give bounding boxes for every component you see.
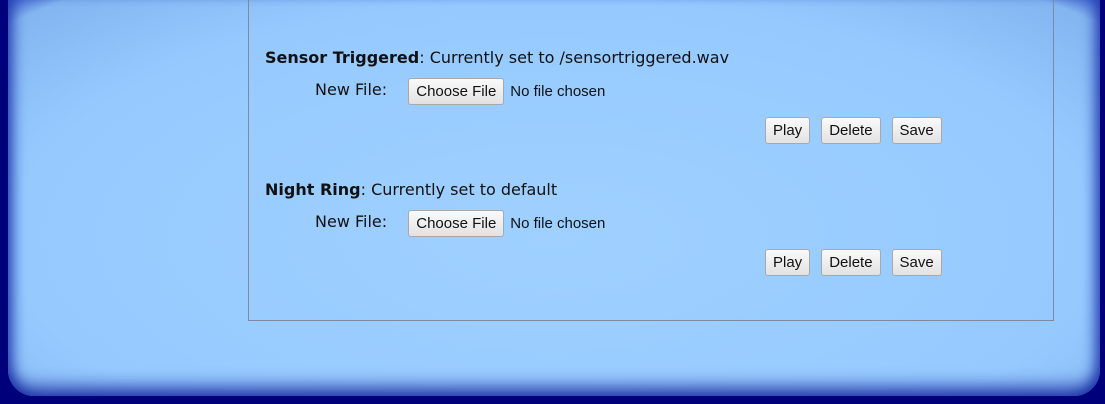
no-file-chosen-text: No file chosen	[510, 83, 606, 100]
page-frame: Sensor Triggered: Currently set to /sens…	[8, 0, 1100, 396]
play-button[interactable]: Play	[765, 249, 811, 276]
section-name: Sensor Triggered	[265, 48, 420, 67]
delete-button[interactable]: Delete	[821, 249, 881, 276]
content-panel: Sensor Triggered: Currently set to /sens…	[248, 0, 1054, 321]
save-button[interactable]: Save	[891, 117, 942, 144]
no-file-chosen-text: No file chosen	[510, 215, 606, 232]
new-file-row: New File: Choose File No file chosen	[315, 210, 605, 237]
delete-button[interactable]: Delete	[821, 117, 881, 144]
choose-file-button[interactable]: Choose File	[408, 210, 505, 237]
file-input[interactable]: Choose File No file chosen	[408, 210, 605, 237]
night-ring-actions: Play Delete Save	[754, 249, 942, 276]
section-status: : Currently set to default	[360, 180, 558, 199]
night-ring-title: Night Ring: Currently set to default	[265, 180, 557, 199]
sensor-triggered-title: Sensor Triggered: Currently set to /sens…	[265, 48, 729, 67]
save-button[interactable]: Save	[891, 249, 942, 276]
choose-file-button[interactable]: Choose File	[408, 78, 505, 105]
file-input[interactable]: Choose File No file chosen	[408, 78, 605, 105]
new-file-label: New File:	[315, 80, 388, 99]
new-file-label: New File:	[315, 212, 388, 231]
play-button[interactable]: Play	[765, 117, 811, 144]
new-file-row: New File: Choose File No file chosen	[315, 78, 605, 105]
section-status: : Currently set to /sensortriggered.wav	[419, 48, 730, 67]
section-name: Night Ring	[265, 180, 361, 199]
sensor-triggered-section: Sensor Triggered: Currently set to /sens…	[265, 48, 729, 105]
sensor-triggered-actions: Play Delete Save	[754, 117, 942, 144]
night-ring-section: Night Ring: Currently set to default New…	[265, 180, 605, 237]
